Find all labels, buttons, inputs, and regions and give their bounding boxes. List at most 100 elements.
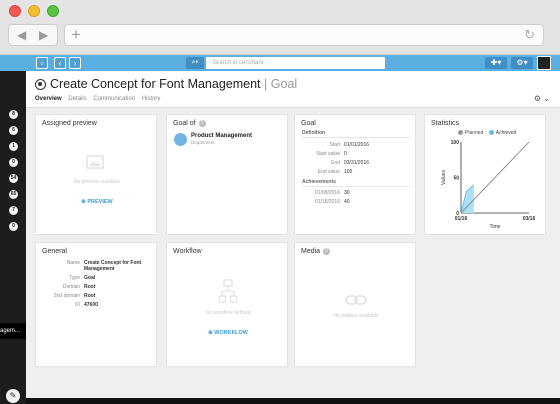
x-axis-label: Time — [490, 224, 501, 230]
field-value: 0 — [344, 151, 347, 157]
workflow-button[interactable]: ⊕ WORKFLOW — [167, 321, 289, 339]
tab-overview[interactable]: Overview — [35, 96, 62, 102]
search-scope-button[interactable]: ⌕▾ — [186, 57, 204, 69]
field-value: 47600 — [84, 302, 98, 308]
card-title: Workflow — [173, 248, 202, 255]
settings-menu-button[interactable]: ⚙▾ — [511, 57, 533, 69]
field-label: Start value — [316, 151, 340, 157]
field-label: Domain — [62, 284, 80, 290]
field-label: Start — [329, 142, 340, 148]
rail-badge[interactable]: 65 — [9, 190, 18, 199]
rail-badge[interactable]: 7 — [9, 206, 18, 215]
y-tick-label: 50 — [453, 176, 459, 182]
minimize-window-button[interactable] — [28, 5, 40, 17]
card-title-text: Media — [301, 248, 321, 255]
user-avatar[interactable] — [537, 56, 551, 70]
rail-open-tab[interactable]: agem... — [0, 323, 26, 339]
x-tick-label: 03/16 — [523, 216, 536, 222]
search-input[interactable]: Search in censhare — [206, 57, 385, 69]
card-title: General — [42, 248, 67, 255]
tab-bar: Overview Details Communication History — [35, 96, 165, 102]
tab-history[interactable]: History — [142, 96, 161, 102]
rail-badge[interactable]: 6 — [9, 126, 18, 135]
goal-of-item-type: Department — [191, 140, 215, 145]
field-label: ID — [75, 302, 80, 308]
field-value: Create Concept for Font Management — [84, 260, 142, 272]
field-value: Goal — [84, 275, 96, 281]
x-tick-label: 01/16 — [455, 216, 468, 222]
achievement-date: 01/18/2016 — [314, 199, 340, 205]
field-label: Name — [66, 260, 80, 266]
card-title: Goal — [301, 120, 316, 127]
rail-badge[interactable]: 54 — [9, 174, 18, 183]
workflow-button-label: WORKFLOW — [214, 330, 248, 336]
tab-details[interactable]: Details — [68, 96, 86, 102]
rail-badge[interactable]: 0 — [9, 158, 18, 167]
workflow-card: Workflow No workflow defined ⊕ WORKFLOW — [166, 242, 288, 367]
no-workflow-text: No workflow defined — [205, 310, 251, 316]
field-label: End value — [317, 169, 340, 175]
card-title: Goal of 1 — [173, 120, 206, 127]
address-bar[interactable]: + ↻ — [64, 24, 544, 46]
field-value: 100 — [344, 169, 353, 175]
card-title-text: Goal of — [173, 120, 196, 127]
page-title: Create Concept for Font Management | Goa… — [50, 77, 297, 91]
goal-of-card: Goal of 1 Product Management Department — [166, 114, 288, 235]
divider — [302, 137, 410, 138]
forward-icon[interactable]: ▶ — [39, 28, 48, 42]
field-value: 03/31/2016 — [344, 160, 370, 166]
workflow-icon — [219, 279, 237, 303]
gear-icon[interactable]: ⚙ ⌄ — [534, 94, 550, 103]
y-tick-label: 100 — [451, 140, 460, 146]
preview-button[interactable]: ⊕ PREVIEW — [36, 190, 158, 208]
main-content: Create Concept for Font Management | Goa… — [26, 71, 560, 398]
achievements-heading: Achievements — [302, 179, 336, 185]
reload-icon[interactable]: ↻ — [524, 27, 535, 43]
field-label: 2nd domain — [53, 293, 80, 299]
field-label: Type — [69, 275, 80, 281]
new-tab-icon[interactable]: + — [71, 25, 81, 45]
rail-badge[interactable]: 8 — [9, 110, 18, 119]
sidebar-toggle-button[interactable]: ▫ — [36, 57, 48, 69]
planned-line — [460, 141, 530, 214]
pin-icon[interactable]: ✎ — [6, 389, 20, 403]
maximize-window-button[interactable] — [47, 5, 59, 17]
card-title: Assigned preview — [42, 120, 97, 127]
achievement-value: 40 — [344, 199, 350, 205]
add-menu-button[interactable]: ✚▾ — [485, 57, 507, 69]
department-icon — [174, 133, 187, 146]
field-value: 01/01/2016 — [344, 142, 370, 148]
goal-card: Goal Definition Start 01/01/2016 Start v… — [294, 114, 416, 235]
definition-heading: Definition — [302, 130, 326, 136]
card-title: Media 0 — [301, 248, 331, 255]
nav-forward-button[interactable]: › — [69, 57, 81, 69]
rail-badge[interactable]: 0 — [9, 222, 18, 231]
tab-communication[interactable]: Communication — [93, 96, 135, 102]
browser-nav-buttons: ◀ ▶ — [8, 24, 58, 46]
field-value: Root — [84, 284, 96, 290]
divider — [302, 186, 410, 187]
left-rail: 8 6 1 0 54 65 7 0 agem... ✎ — [0, 71, 26, 404]
field-label: End — [331, 160, 340, 166]
no-preview-text: No preview available — [73, 179, 121, 185]
back-icon[interactable]: ◀ — [17, 28, 26, 42]
goal-of-item-name[interactable]: Product Management — [191, 133, 252, 139]
count-badge: 1 — [198, 120, 206, 127]
link-icon — [345, 295, 367, 305]
achievement-value: 30 — [344, 190, 350, 196]
app-toolbar: ▫ ‹ › ⌕▾ Search in censhare ✚▾ ⚙▾ — [0, 55, 560, 71]
browser-chrome: ◀ ▶ + ↻ — [0, 0, 560, 55]
achievement-date: 01/08/2016 — [314, 190, 340, 196]
bottom-bar — [26, 398, 560, 404]
statistics-card: Statistics Planned Achieved 0 50 100 01/16 0… — [424, 114, 546, 235]
preview-button-label: PREVIEW — [87, 199, 113, 205]
nav-back-button[interactable]: ‹ — [54, 57, 66, 69]
no-relation-text: No relation available — [333, 313, 379, 319]
rail-badge[interactable]: 1 — [9, 142, 18, 151]
general-card: General Name Create Concept for Font Man… — [35, 242, 157, 367]
close-window-button[interactable] — [9, 5, 21, 17]
y-axis-label: Values — [441, 170, 447, 185]
count-badge: 0 — [323, 248, 331, 255]
page-title-type: | Goal — [264, 77, 298, 91]
achieved-area — [461, 184, 474, 213]
